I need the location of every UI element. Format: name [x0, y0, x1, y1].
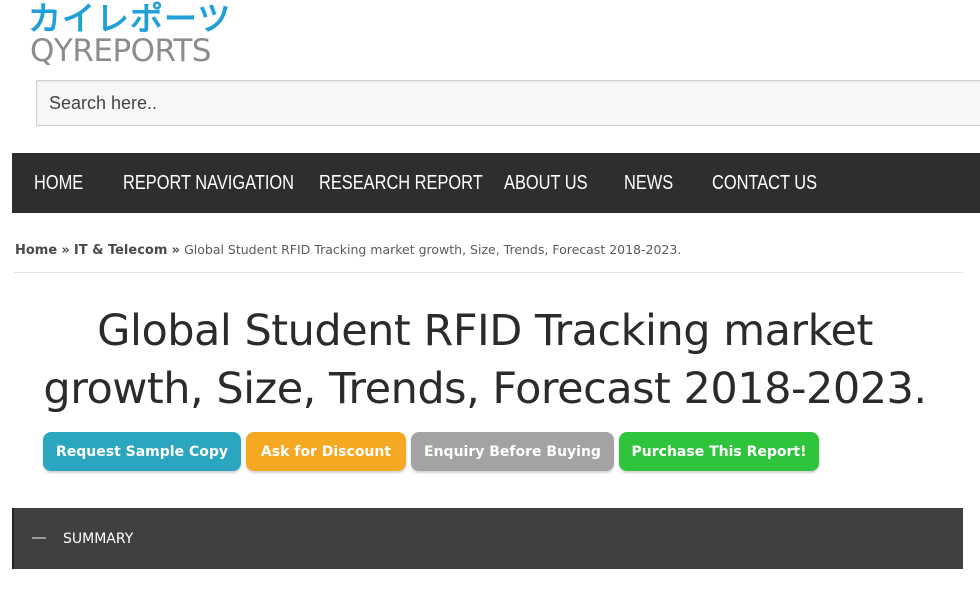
- breadcrumb-home-link[interactable]: Home: [15, 243, 57, 258]
- breadcrumb-current-page: Global Student RFID Tracking market grow…: [184, 242, 682, 257]
- main-navigation: HOME REPORT NAVIGATION RESEARCH REPORT A…: [12, 153, 980, 213]
- page-title-line-1: Global Student RFID Tracking market: [97, 306, 873, 356]
- purchase-report-button[interactable]: Purchase This Report!: [619, 432, 819, 471]
- breadcrumb-separator: »: [61, 243, 70, 258]
- page-title-line-2: growth, Size, Trends, Forecast 2018-2023…: [43, 364, 927, 414]
- page-title: Global Student RFID Tracking market grow…: [20, 302, 950, 418]
- request-sample-copy-button[interactable]: Request Sample Copy: [43, 432, 241, 471]
- breadcrumb-category-link[interactable]: IT & Telecom: [74, 243, 168, 258]
- minus-icon: [32, 537, 46, 539]
- nav-item-about-us[interactable]: ABOUT US: [504, 172, 588, 194]
- nav-item-news[interactable]: NEWS: [624, 172, 673, 194]
- breadcrumb: Home » IT & Telecom » Global Student RFI…: [15, 241, 681, 260]
- breadcrumb-divider: [14, 272, 963, 273]
- breadcrumb-separator: »: [171, 243, 180, 258]
- enquiry-before-buying-button[interactable]: Enquiry Before Buying: [411, 432, 614, 471]
- nav-item-home[interactable]: HOME: [34, 172, 83, 194]
- summary-label: SUMMARY: [63, 531, 134, 547]
- site-logo[interactable]: カイレポーツ QYREPORTS: [28, 0, 230, 72]
- nav-item-report-navigation[interactable]: REPORT NAVIGATION: [123, 172, 294, 194]
- nav-item-research-report[interactable]: RESEARCH REPORT: [319, 172, 483, 194]
- search-input[interactable]: [36, 80, 980, 126]
- ask-for-discount-button[interactable]: Ask for Discount: [246, 432, 406, 471]
- nav-item-contact-us[interactable]: CONTACT US: [712, 172, 817, 194]
- summary-accordion-header[interactable]: SUMMARY: [12, 508, 963, 569]
- logo-english-text: QYREPORTS: [30, 33, 211, 69]
